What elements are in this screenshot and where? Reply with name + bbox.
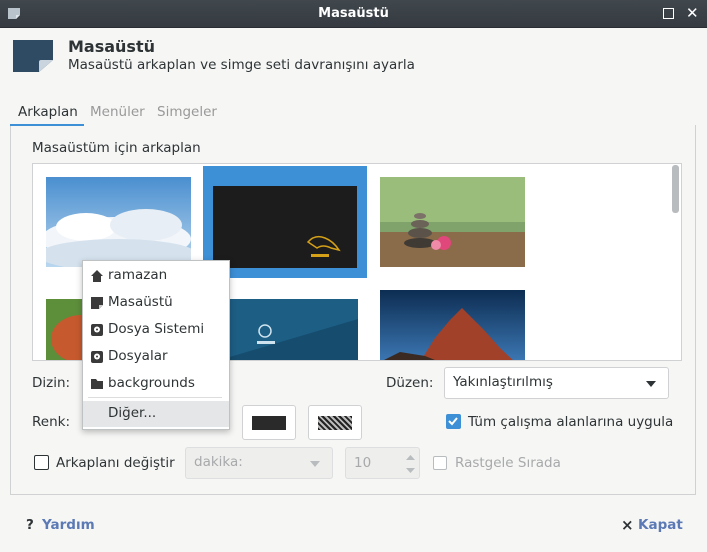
title-bar[interactable]: Masaüstü ✕ (0, 0, 707, 28)
layout-label: Düzen: (386, 375, 434, 391)
close-button[interactable]: Kapat (638, 517, 683, 533)
drive-icon (91, 351, 103, 363)
desktop-settings-icon (13, 40, 53, 72)
primary-color-button[interactable] (242, 405, 296, 440)
layout-select-value: Yakınlaştırılmış (453, 374, 553, 390)
apply-all-label: Tüm çalışma alanlarına uygula (468, 414, 674, 430)
maximize-icon[interactable] (663, 8, 674, 19)
random-order-checkbox[interactable] (433, 456, 447, 470)
menu-item-other[interactable]: Diğer... (83, 401, 229, 427)
layout-select[interactable]: Yakınlaştırılmış (444, 367, 669, 399)
drive-icon (91, 324, 103, 336)
wallpaper-thumb-blue[interactable] (213, 299, 358, 361)
menu-item-files[interactable]: Dosyalar (83, 344, 229, 370)
wallpaper-thumb-rocks[interactable] (380, 290, 525, 361)
close-x-icon: × (621, 516, 634, 534)
close-icon[interactable]: ✕ (686, 4, 699, 22)
random-order-label: Rastgele Sırada (455, 455, 561, 471)
folder-label: Dizin: (32, 375, 71, 391)
tab-menuler[interactable]: Menüler (90, 102, 145, 126)
wallpaper-section-label: Masaüstüm için arkaplan (32, 140, 201, 156)
spin-arrows-icon[interactable] (406, 453, 415, 475)
tab-simgeler[interactable]: Simgeler (157, 102, 217, 126)
menu-separator (88, 397, 222, 398)
change-background-checkbox[interactable] (34, 455, 49, 470)
folder-icon (91, 379, 103, 389)
help-button[interactable]: Yardım (42, 517, 95, 533)
menu-item-backgrounds[interactable]: backgrounds (83, 371, 229, 397)
interval-unit-value: dakika: (194, 454, 243, 470)
interval-spinbutton[interactable]: 10 (345, 447, 420, 479)
interval-value: 10 (354, 455, 372, 471)
wallpaper-thumb-clouds[interactable] (46, 177, 191, 267)
secondary-color-button[interactable] (308, 405, 362, 440)
check-icon (448, 417, 458, 426)
desktop-folder-icon (91, 297, 103, 309)
pattern-swatch (318, 416, 352, 430)
folder-popup-menu: ramazan Masaüstü Dosya Sistemi Dosyalar … (82, 260, 230, 430)
change-background-label: Arkaplanı değiştir (56, 455, 175, 471)
apply-all-checkbox[interactable] (446, 414, 461, 429)
page-title: Masaüstü (68, 37, 155, 56)
tab-arkaplan[interactable]: Arkaplan (10, 102, 84, 126)
menu-item-filesystem[interactable]: Dosya Sistemi (83, 317, 229, 343)
menu-item-home[interactable]: ramazan (83, 263, 229, 289)
chevron-down-icon (310, 461, 320, 467)
wallpaper-thumb-stones[interactable] (380, 177, 525, 267)
primary-color-swatch (252, 416, 286, 430)
page-subtitle: Masaüstü arkaplan ve simge seti davranış… (68, 57, 415, 73)
interval-unit-select[interactable]: dakika: (185, 447, 333, 479)
home-icon (91, 270, 103, 282)
chevron-down-icon (646, 381, 656, 387)
menu-item-desktop[interactable]: Masaüstü (83, 290, 229, 316)
color-label: Renk: (32, 414, 71, 430)
help-icon: ? (26, 517, 34, 533)
window-title: Masaüstü (318, 6, 389, 21)
gallery-scrollbar[interactable] (672, 165, 679, 213)
